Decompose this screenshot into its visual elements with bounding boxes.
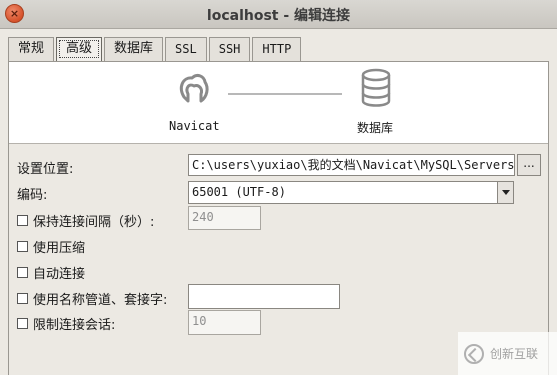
encoding-select[interactable]: 65001 (UTF-8)	[188, 181, 514, 204]
compression-checkbox[interactable]: 使用压缩	[17, 237, 85, 256]
browse-button[interactable]: ...	[517, 154, 541, 176]
tab-advanced[interactable]: 高级	[56, 37, 103, 61]
checkbox-box[interactable]	[17, 241, 28, 252]
encoding-label: 编码:	[17, 188, 48, 203]
tab-databases[interactable]: 数据库	[104, 37, 164, 61]
database-label: 数据库	[357, 121, 394, 135]
checkbox-box[interactable]	[17, 293, 28, 304]
database-icon	[361, 68, 391, 107]
pipe-input[interactable]	[188, 284, 340, 309]
location-label: 设置位置:	[17, 162, 74, 177]
watermark: 创新互联	[458, 332, 557, 375]
location-input[interactable]: C:\users\yuxiao\我的文档\Navicat\MySQL\Serve…	[188, 154, 515, 176]
navicat-label: Navicat	[169, 119, 220, 133]
title-bar: × localhost - 编辑连接	[0, 0, 557, 29]
tab-general[interactable]: 常规	[8, 37, 55, 61]
navicat-icon	[179, 73, 209, 103]
chevron-down-icon[interactable]	[497, 182, 513, 203]
limit-sessions-checkbox[interactable]: 限制连接会话:	[17, 314, 115, 333]
pipe-label: 使用名称管道、套接字:	[33, 293, 168, 308]
keepalive-checkbox[interactable]: 保持连接间隔（秒）:	[17, 211, 154, 230]
limit-sessions-label: 限制连接会话:	[33, 318, 116, 333]
tab-http[interactable]: HTTP	[252, 37, 302, 61]
connection-diagram: Navicat 数据库	[9, 62, 548, 144]
checkbox-box[interactable]	[17, 267, 28, 278]
autoconnect-label: 自动连接	[33, 267, 86, 282]
watermark-text: 创新互联	[490, 347, 539, 361]
keepalive-label: 保持连接间隔（秒）:	[33, 215, 155, 230]
watermark-logo-icon	[464, 343, 484, 364]
window-title: localhost - 编辑连接	[206, 8, 351, 24]
compression-label: 使用压缩	[33, 241, 86, 256]
pipe-checkbox[interactable]: 使用名称管道、套接字:	[17, 289, 167, 308]
checkbox-box[interactable]	[17, 215, 28, 226]
tab-bar: 常规 高级 数据库 SSL SSH HTTP	[8, 37, 303, 61]
checkbox-box[interactable]	[17, 318, 28, 329]
limit-sessions-input[interactable]: 10	[188, 310, 261, 335]
connector-line	[228, 93, 342, 95]
autoconnect-checkbox[interactable]: 自动连接	[17, 263, 85, 282]
keepalive-input[interactable]: 240	[188, 206, 261, 230]
tab-ssl[interactable]: SSL	[165, 37, 207, 61]
tab-ssh[interactable]: SSH	[208, 37, 251, 61]
